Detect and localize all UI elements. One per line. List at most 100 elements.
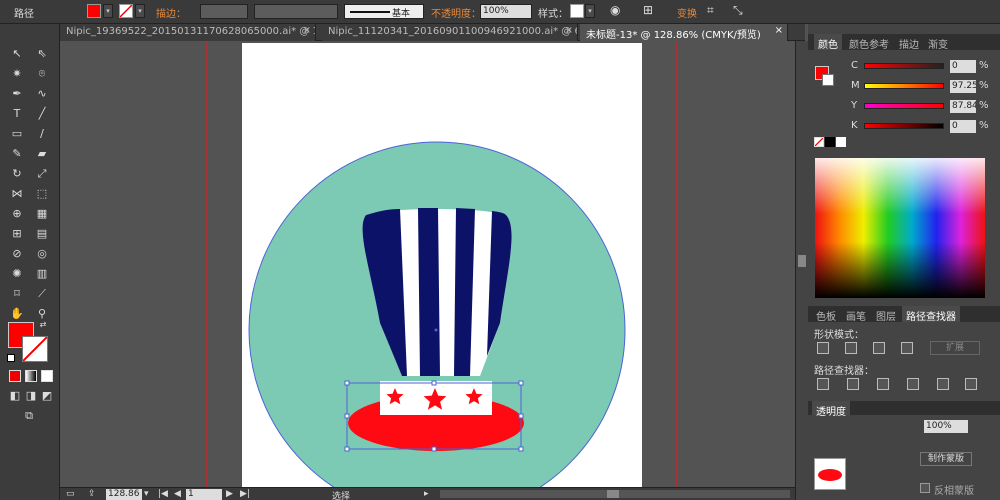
channel-slider-m[interactable] (864, 83, 944, 89)
crop-icon[interactable] (907, 378, 919, 390)
rotate-tool-icon[interactable]: ↻ (8, 166, 26, 182)
color-spectrum[interactable] (815, 158, 985, 298)
unite-icon[interactable] (817, 342, 829, 354)
tab-color[interactable]: 颜色 (814, 34, 842, 51)
zoom-field[interactable]: 128.86 (106, 489, 142, 500)
swap-colors-icon[interactable]: ⇄ (38, 320, 48, 330)
tab-document-1[interactable]: Nipic_19369522_20150131170628065000.ai* … (60, 24, 316, 41)
stroke-color-box[interactable] (22, 336, 48, 362)
none-mode-icon[interactable] (41, 370, 53, 382)
brush-definition-field[interactable]: 基本 (344, 4, 424, 19)
hand-tool-icon[interactable]: ✋ (8, 306, 26, 322)
none-swatch-icon[interactable] (814, 137, 824, 147)
selection-handle[interactable] (518, 380, 524, 386)
make-mask-button[interactable]: 制作蒙版 (920, 452, 972, 466)
channel-value-c[interactable]: 0 (950, 60, 976, 73)
tab-pathfinder[interactable]: 路径查找器 (902, 306, 960, 323)
zoom-dropdown-icon[interactable]: ▾ (144, 489, 149, 499)
eraser-tool-icon[interactable]: ▰ (33, 146, 51, 162)
channel-slider-k[interactable] (864, 123, 944, 129)
tab-gradient[interactable]: 渐变 (924, 34, 952, 51)
artboard[interactable] (242, 43, 642, 487)
tab-swatches[interactable]: 色板 (812, 306, 840, 323)
tab-transparency[interactable]: 透明度 (812, 401, 850, 418)
tab-color-guide[interactable]: 颜色参考 (845, 34, 893, 51)
status-menu-icon[interactable]: ▸ (424, 489, 429, 499)
magic-wand-tool-icon[interactable]: ✷ (8, 66, 26, 82)
recolor-icon[interactable]: ◉ (610, 3, 620, 17)
selection-handle[interactable] (344, 380, 350, 386)
stroke-swatch[interactable] (119, 4, 133, 18)
gradient-tool-icon[interactable]: ▤ (33, 226, 51, 242)
free-transform-tool-icon[interactable]: ⬚ (33, 186, 51, 202)
gradient-mode-icon[interactable] (25, 370, 37, 382)
vertical-scrollbar[interactable] (795, 41, 808, 500)
draw-inside-icon[interactable]: ◩ (38, 388, 56, 404)
scroll-thumb[interactable] (798, 255, 806, 267)
prev-artboard-icon[interactable]: ◀ (174, 489, 181, 499)
pen-tool-icon[interactable]: ✒ (8, 86, 26, 102)
color-mode-icon[interactable] (9, 370, 21, 382)
curvature-tool-icon[interactable]: ∿ (33, 86, 51, 102)
artboard-nav-icon[interactable]: ▭ (66, 489, 75, 499)
arrange-icon[interactable]: ⤡ (733, 3, 743, 18)
perspective-grid-tool-icon[interactable]: ▦ (33, 206, 51, 222)
variable-width-field[interactable] (254, 4, 338, 19)
type-tool-icon[interactable]: T (8, 106, 26, 122)
tab-document-2[interactable]: Nipic_11120341_20160901100946921000.ai* … (322, 24, 578, 41)
scale-tool-icon[interactable]: ⤢ (33, 166, 51, 182)
artboard-tool-icon[interactable]: ⌑ (8, 286, 26, 302)
stroke-label[interactable]: 描边： (156, 5, 186, 20)
intersect-icon[interactable] (873, 342, 885, 354)
channel-slider-y[interactable] (864, 103, 944, 109)
opacity-field[interactable]: 100% (480, 4, 532, 19)
next-artboard-icon[interactable]: ▶ (226, 489, 233, 499)
blend-tool-icon[interactable]: ◎ (33, 246, 51, 262)
close-icon[interactable]: × (775, 25, 783, 36)
selection-handle[interactable] (518, 446, 524, 452)
divide-icon[interactable] (817, 378, 829, 390)
pencil-tool-icon[interactable]: ✎ (8, 146, 26, 162)
selection-handle[interactable] (518, 413, 524, 419)
tab-layers[interactable]: 图层 (872, 306, 900, 323)
mesh-tool-icon[interactable]: ⊞ (8, 226, 26, 242)
channel-slider-c[interactable] (864, 63, 944, 69)
expand-button[interactable]: 扩展 (930, 341, 980, 355)
isolate-icon[interactable]: ⌗ (707, 3, 714, 18)
direct-selection-tool-icon[interactable]: ⇖ (33, 46, 51, 62)
white-swatch[interactable] (836, 137, 846, 147)
transform-label[interactable]: 变换 (677, 5, 697, 20)
opacity-label[interactable]: 不透明度： (431, 5, 481, 20)
graphic-style-swatch[interactable] (570, 4, 584, 18)
close-icon[interactable]: × (303, 25, 311, 36)
trim-icon[interactable] (847, 378, 859, 390)
selection-handle[interactable] (344, 413, 350, 419)
merge-icon[interactable] (877, 378, 889, 390)
tab-brushes[interactable]: 画笔 (842, 306, 870, 323)
canvas-area[interactable] (60, 41, 795, 487)
channel-value-m[interactable]: 97.25 (950, 80, 976, 93)
channel-value-k[interactable]: 0 (950, 120, 976, 133)
selection-handle[interactable] (431, 380, 437, 386)
tab-document-3[interactable]: 未标题-13* @ 128.86% (CMYK/预览) × (580, 24, 788, 41)
exclude-icon[interactable] (901, 342, 913, 354)
screen-mode-icon[interactable]: ⧉ (20, 408, 38, 424)
first-artboard-icon[interactable]: |◀ (158, 489, 168, 499)
line-tool-icon[interactable]: ╱ (33, 106, 51, 122)
horizontal-scrollbar[interactable] (440, 490, 790, 498)
channel-value-y[interactable]: 87.84 (950, 100, 976, 113)
fill-swatch[interactable] (87, 4, 101, 18)
tab-stroke[interactable]: 描边 (895, 34, 923, 51)
rectangle-tool-icon[interactable]: ▭ (8, 126, 26, 142)
symbol-sprayer-tool-icon[interactable]: ✺ (8, 266, 26, 282)
close-icon[interactable]: × (565, 25, 573, 36)
page-field[interactable]: 1 (186, 489, 222, 500)
stroke-dropdown[interactable]: ▾ (135, 4, 145, 18)
column-graph-tool-icon[interactable]: ▥ (33, 266, 51, 282)
eyedropper-tool-icon[interactable]: ⊘ (8, 246, 26, 262)
black-swatch[interactable] (825, 137, 835, 147)
graphic-style-dropdown[interactable]: ▾ (585, 4, 595, 18)
export-icon[interactable]: ⇪ (88, 489, 96, 499)
mask-thumbnail[interactable] (814, 458, 846, 490)
align-icon[interactable]: ⊞ (643, 3, 653, 17)
